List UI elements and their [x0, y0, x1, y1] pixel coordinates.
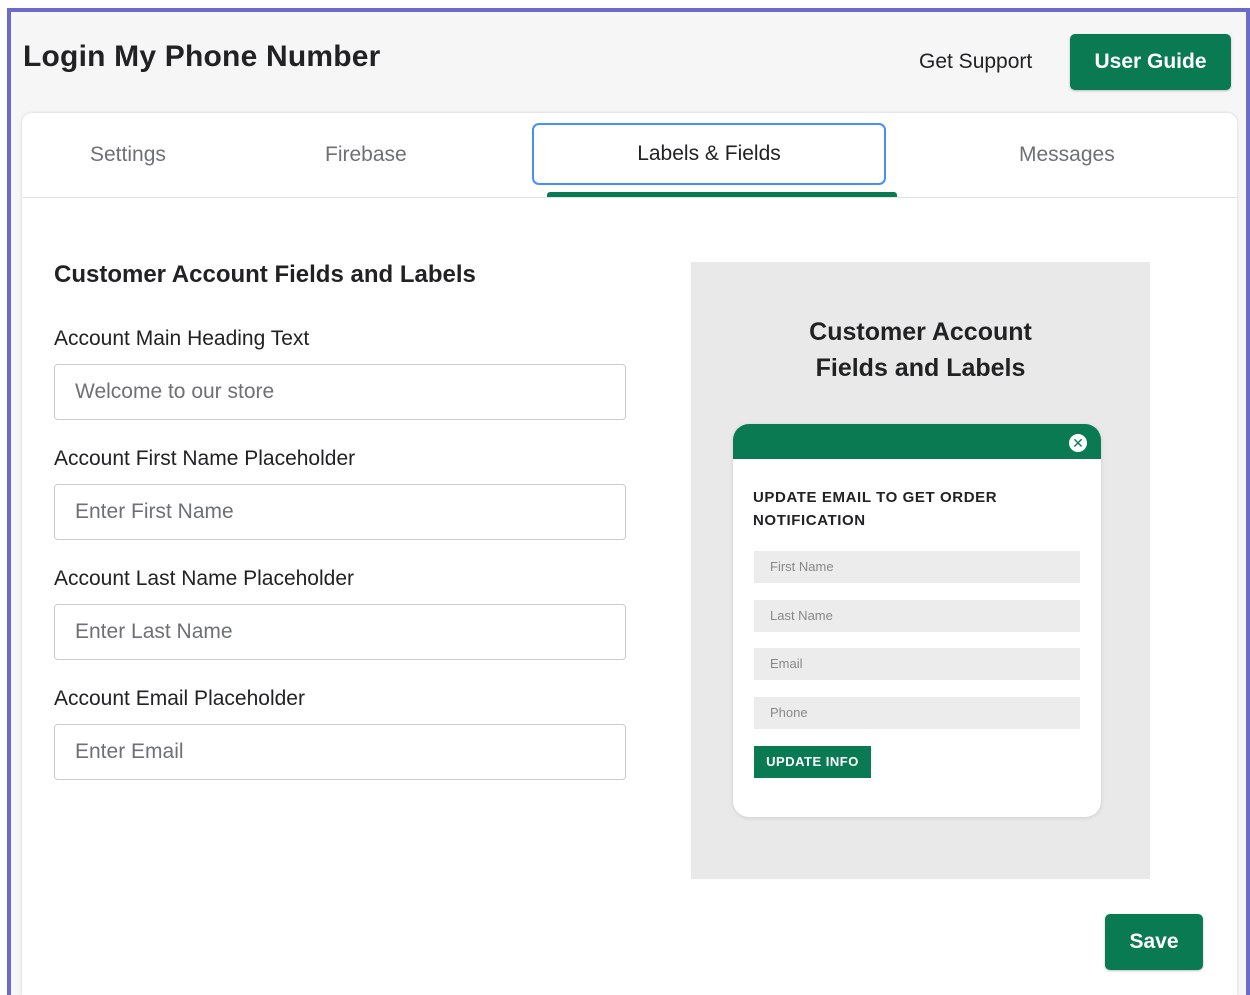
app-container: Login My Phone Number Get Support User G…: [11, 12, 1246, 995]
preview-popup: ✕ UPDATE EMAIL TO GET ORDER NOTIFICATION…: [733, 424, 1101, 817]
popup-email-field: Email: [754, 648, 1080, 680]
preview-heading-line2: Fields and Labels: [815, 354, 1026, 382]
email-input[interactable]: [54, 724, 626, 780]
preview-heading: Customer Account Fields and Labels: [691, 314, 1150, 386]
email-label: Account Email Placeholder: [54, 687, 305, 710]
last-name-label: Account Last Name Placeholder: [54, 567, 354, 590]
last-name-input[interactable]: [54, 604, 626, 660]
popup-update-info-button: UPDATE INFO: [754, 746, 871, 778]
tab-firebase[interactable]: Firebase: [325, 143, 407, 167]
tab-labels-fields[interactable]: Labels & Fields: [532, 123, 886, 185]
window-border-right: [1246, 8, 1250, 995]
user-guide-button[interactable]: User Guide: [1070, 34, 1231, 90]
popup-first-name-field: First Name: [754, 551, 1080, 583]
get-support-link[interactable]: Get Support: [919, 50, 1032, 74]
section-heading: Customer Account Fields and Labels: [54, 261, 476, 288]
close-circle-icon[interactable]: ✕: [1069, 434, 1087, 452]
preview-panel: Customer Account Fields and Labels ✕ UPD…: [691, 262, 1150, 879]
settings-card: Settings Firebase Labels & Fields Messag…: [22, 113, 1237, 995]
first-name-input[interactable]: [54, 484, 626, 540]
preview-heading-line1: Customer Account: [809, 318, 1032, 346]
window-frame: Login My Phone Number Get Support User G…: [0, 0, 1250, 995]
popup-phone-field: Phone: [754, 697, 1080, 729]
first-name-label: Account First Name Placeholder: [54, 447, 356, 470]
page-title: Login My Phone Number: [23, 40, 381, 73]
main-heading-label: Account Main Heading Text: [54, 327, 310, 350]
popup-last-name-field: Last Name: [754, 600, 1080, 632]
save-button[interactable]: Save: [1105, 914, 1203, 970]
popup-header-bar: [733, 424, 1101, 459]
active-tab-indicator: [547, 192, 897, 197]
tab-settings[interactable]: Settings: [90, 143, 166, 167]
tab-bar: Settings Firebase Labels & Fields Messag…: [22, 113, 1237, 198]
tab-messages[interactable]: Messages: [1019, 143, 1115, 167]
tab-labels-fields-label: Labels & Fields: [637, 142, 781, 165]
main-heading-input[interactable]: [54, 364, 626, 420]
popup-title: UPDATE EMAIL TO GET ORDER NOTIFICATION: [753, 489, 998, 529]
